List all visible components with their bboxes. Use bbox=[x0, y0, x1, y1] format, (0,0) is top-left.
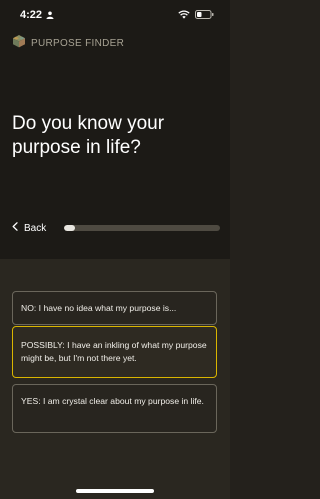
brand-name: PURPOSE FINDER bbox=[31, 37, 125, 49]
cube-logo-icon bbox=[12, 34, 26, 53]
person-icon bbox=[46, 6, 54, 24]
progress-fill bbox=[64, 225, 76, 231]
question-title: Do you know your purpose in life? bbox=[12, 113, 165, 158]
navigation-row: Back bbox=[12, 220, 220, 236]
answer-option-yes[interactable]: YES: I am crystal clear about my purpose… bbox=[12, 384, 217, 433]
wifi-icon bbox=[178, 6, 190, 24]
battery-icon bbox=[195, 6, 214, 24]
status-bar: 4:22 bbox=[0, 0, 230, 30]
brand-header: PURPOSE FINDER bbox=[12, 34, 125, 53]
answer-option-possibly[interactable]: POSSIBLY: I have an inkling of what my p… bbox=[12, 326, 217, 378]
home-indicator[interactable] bbox=[76, 489, 154, 493]
status-right bbox=[178, 6, 214, 24]
answer-option-no[interactable]: NO: I have no idea what my purpose is... bbox=[12, 291, 217, 325]
status-left: 4:22 bbox=[20, 6, 54, 24]
back-button[interactable]: Back bbox=[12, 222, 46, 234]
progress-bar bbox=[64, 225, 220, 231]
chevron-left-icon bbox=[12, 222, 18, 234]
back-label: Back bbox=[24, 222, 47, 234]
status-time: 4:22 bbox=[20, 9, 43, 21]
